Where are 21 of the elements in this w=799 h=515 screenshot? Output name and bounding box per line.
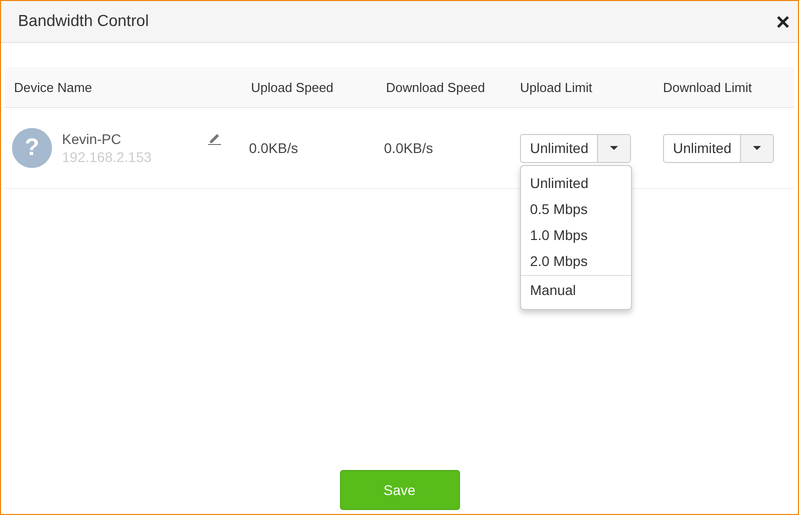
close-icon[interactable]: [777, 16, 789, 28]
menu-option[interactable]: 0.5 Mbps: [521, 196, 631, 222]
device-name: Kevin-PC: [62, 131, 122, 147]
column-header: Upload Limit: [519, 80, 594, 94]
column-header: Device Name: [13, 80, 94, 94]
menu-option[interactable]: 2.0 Mbps: [521, 248, 631, 274]
menu-option[interactable]: Manual: [521, 274, 631, 302]
limit-dropdown[interactable]: Unlimited: [663, 134, 774, 162]
column-header: Download Speed: [385, 80, 486, 94]
speed-value: 0.0KB/s: [248, 140, 300, 156]
caret-icon: [753, 146, 762, 150]
window-title: Bandwidth Control: [18, 12, 149, 30]
menu-option[interactable]: 1.0 Mbps: [521, 222, 631, 248]
column-header: Upload Speed: [250, 80, 334, 94]
limit-dropdown[interactable]: Unlimited: [520, 134, 632, 162]
menu-option[interactable]: Unlimited: [521, 170, 631, 196]
device-avatar: ?: [12, 128, 52, 168]
speed-value: 0.0KB/s: [383, 140, 434, 156]
column-header: Download Limit: [662, 80, 753, 94]
pencil-icon[interactable]: [208, 132, 221, 145]
caret-icon: [610, 146, 618, 150]
